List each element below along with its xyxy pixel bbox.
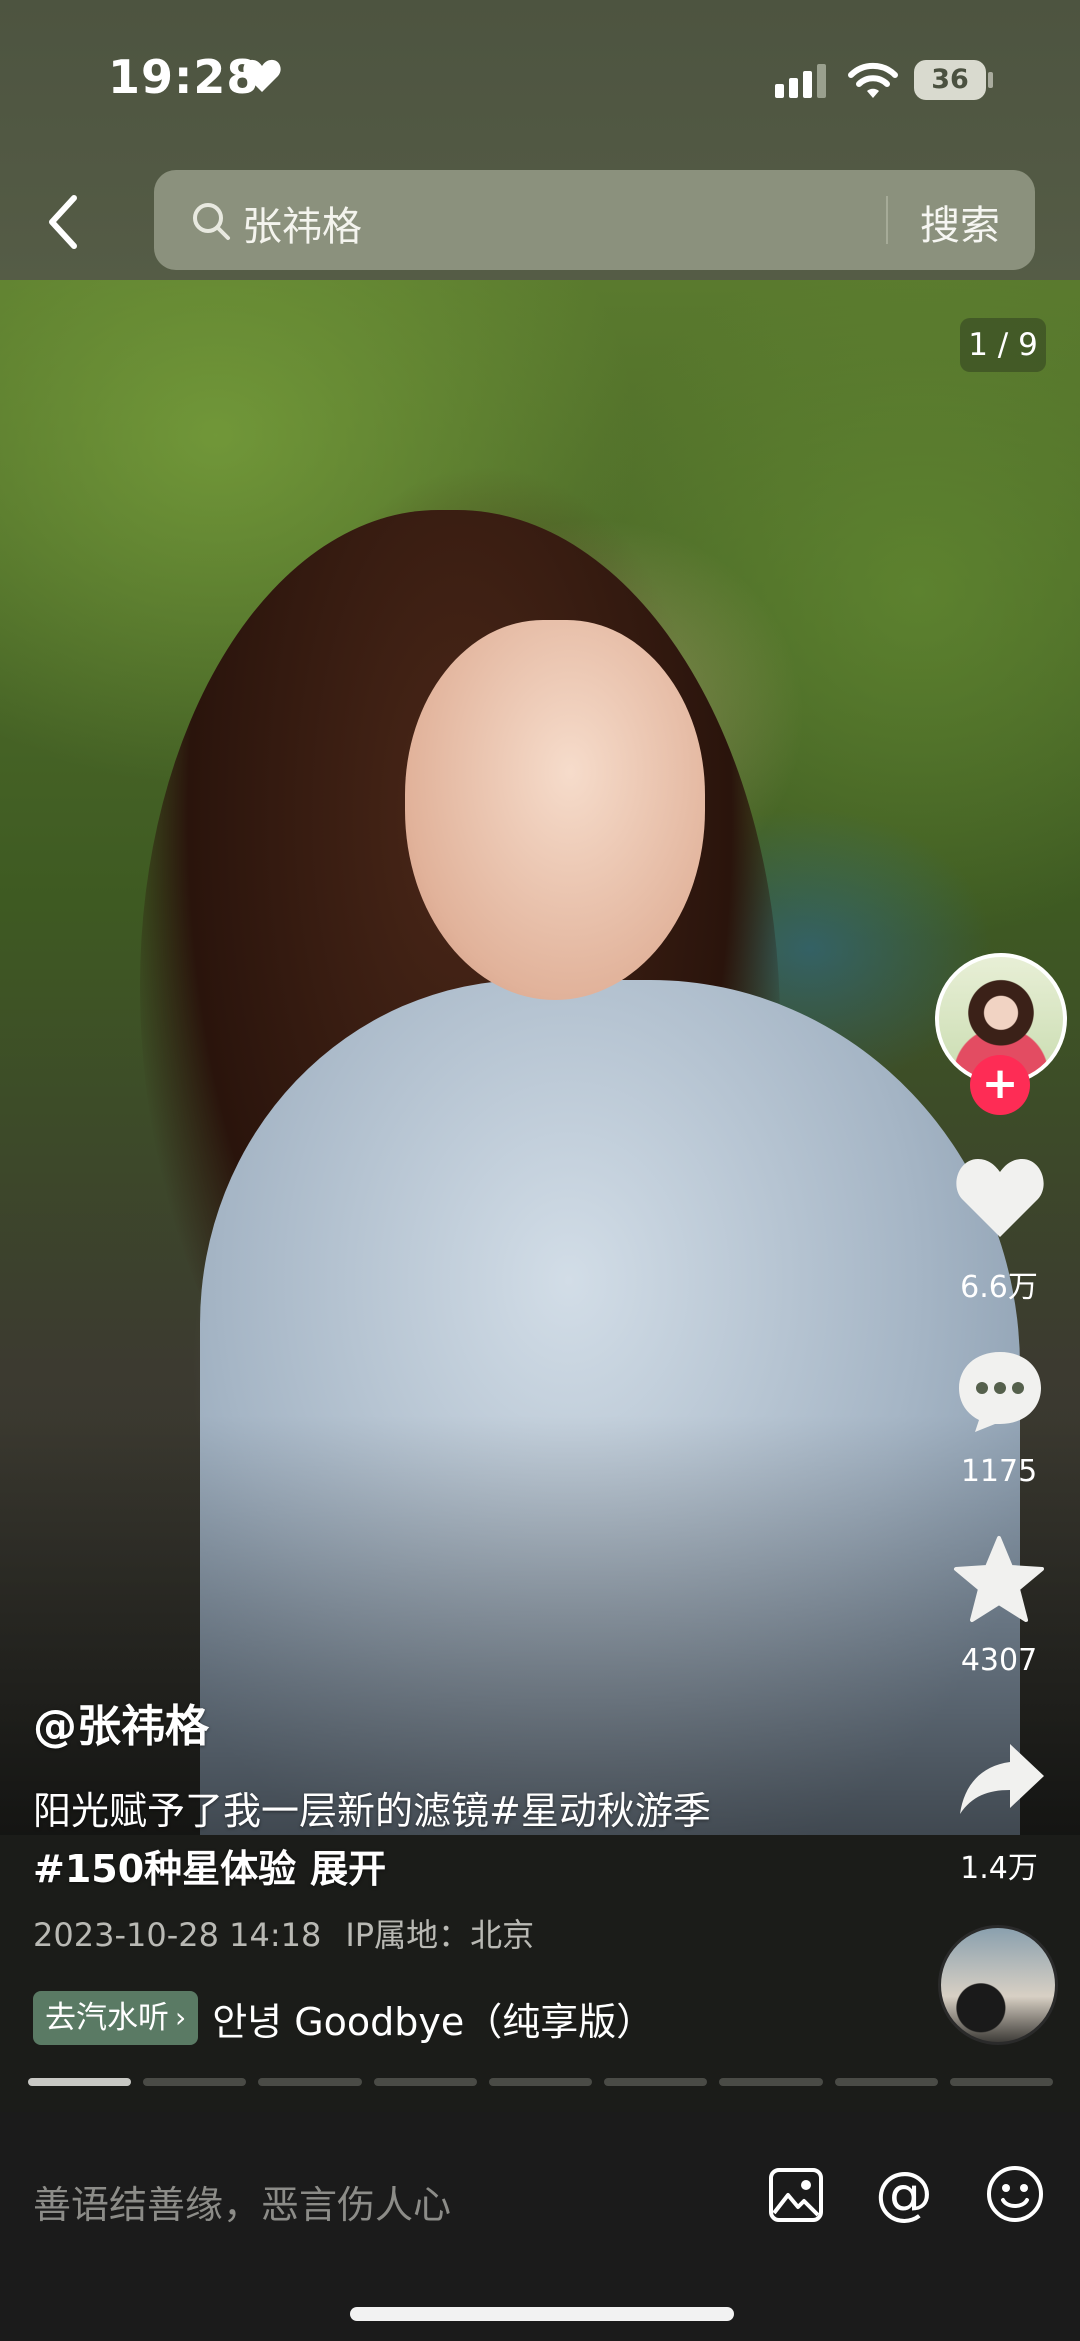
photo-progress [28,2078,1053,2086]
wifi-icon [848,62,898,98]
comment-icon[interactable] [955,1348,1045,1434]
ip-location: IP属地：北京 [345,1916,535,1954]
music-chip[interactable]: 去汽水听 › [33,1991,199,2045]
music-chip-label: 去汽水听 [45,2000,169,2036]
emoji-icon[interactable] [985,2164,1045,2224]
progress-segment [143,2078,247,2086]
battery-tip [988,72,993,88]
heart-like-icon[interactable] [953,1155,1047,1239]
progress-segment [488,2078,593,2086]
favorite-count: 4307 [960,1643,1038,1678]
progress-segment [719,2078,823,2086]
search-input[interactable]: 张祎格 [242,194,362,252]
search-bar[interactable]: 张祎格 搜索 [154,170,1035,270]
progress-segment [604,2078,708,2086]
progress-segment [373,2078,477,2086]
top-bar: 19:28 36 张祎格 搜索 [0,0,1080,280]
follow-button[interactable]: + [970,1055,1030,1115]
page-counter: 1 / 9 [960,318,1046,372]
progress-segment [834,2078,938,2086]
search-divider [886,196,888,244]
caption-line-1: 阳光赋予了我一层新的滤镜#星动秋游季 [33,1789,711,1833]
post-meta: 2023-10-28 14:18 IP属地：北京 [33,1910,534,1956]
expand-link[interactable]: 展开 [310,1847,386,1891]
battery-icon: 36 [914,60,986,100]
star-icon[interactable] [953,1535,1045,1623]
at-icon[interactable]: @ [873,2162,935,2224]
post-caption: 阳光赋予了我一层新的滤镜#星动秋游季 #150种星体验 展开 [33,1782,913,1898]
author-name[interactable]: @张祎格 [33,1690,209,1754]
music-title[interactable]: 안녕 Goodbye（纯享版） [212,1991,654,2046]
share-count: 1.4万 [960,1851,1038,1886]
progress-segment [949,2078,1053,2086]
signal-icon [775,64,826,98]
image-icon[interactable] [768,2167,824,2223]
photo-scrim [0,1415,1080,1835]
progress-segment [258,2078,362,2086]
comment-bar: 善语结善缘，恶言伤人心 @ [0,2112,1080,2341]
search-icon [193,203,230,240]
caption-hashtag[interactable]: #150种星体验 [33,1847,296,1891]
home-indicator [350,2307,734,2321]
progress-segment [28,2078,132,2086]
like-count: 6.6万 [960,1270,1038,1305]
status-time: 19:28 [108,50,260,104]
photo-face [405,620,705,1000]
comment-input[interactable]: 善语结善缘，恶言伤人心 [33,2174,451,2229]
post-datetime: 2023-10-28 14:18 [33,1916,322,1954]
heart-icon [243,59,281,92]
search-button[interactable]: 搜索 [920,193,1000,251]
chevron-right-icon: › [175,2001,187,2034]
back-arrow-icon[interactable] [40,190,88,254]
music-row[interactable]: 去汽水听 › 안녕 Goodbye（纯享版） [33,1990,654,2046]
comment-count: 1175 [960,1454,1038,1489]
post-photo[interactable] [0,280,1080,1835]
share-icon[interactable] [958,1740,1046,1818]
music-disc[interactable] [938,1925,1058,2045]
